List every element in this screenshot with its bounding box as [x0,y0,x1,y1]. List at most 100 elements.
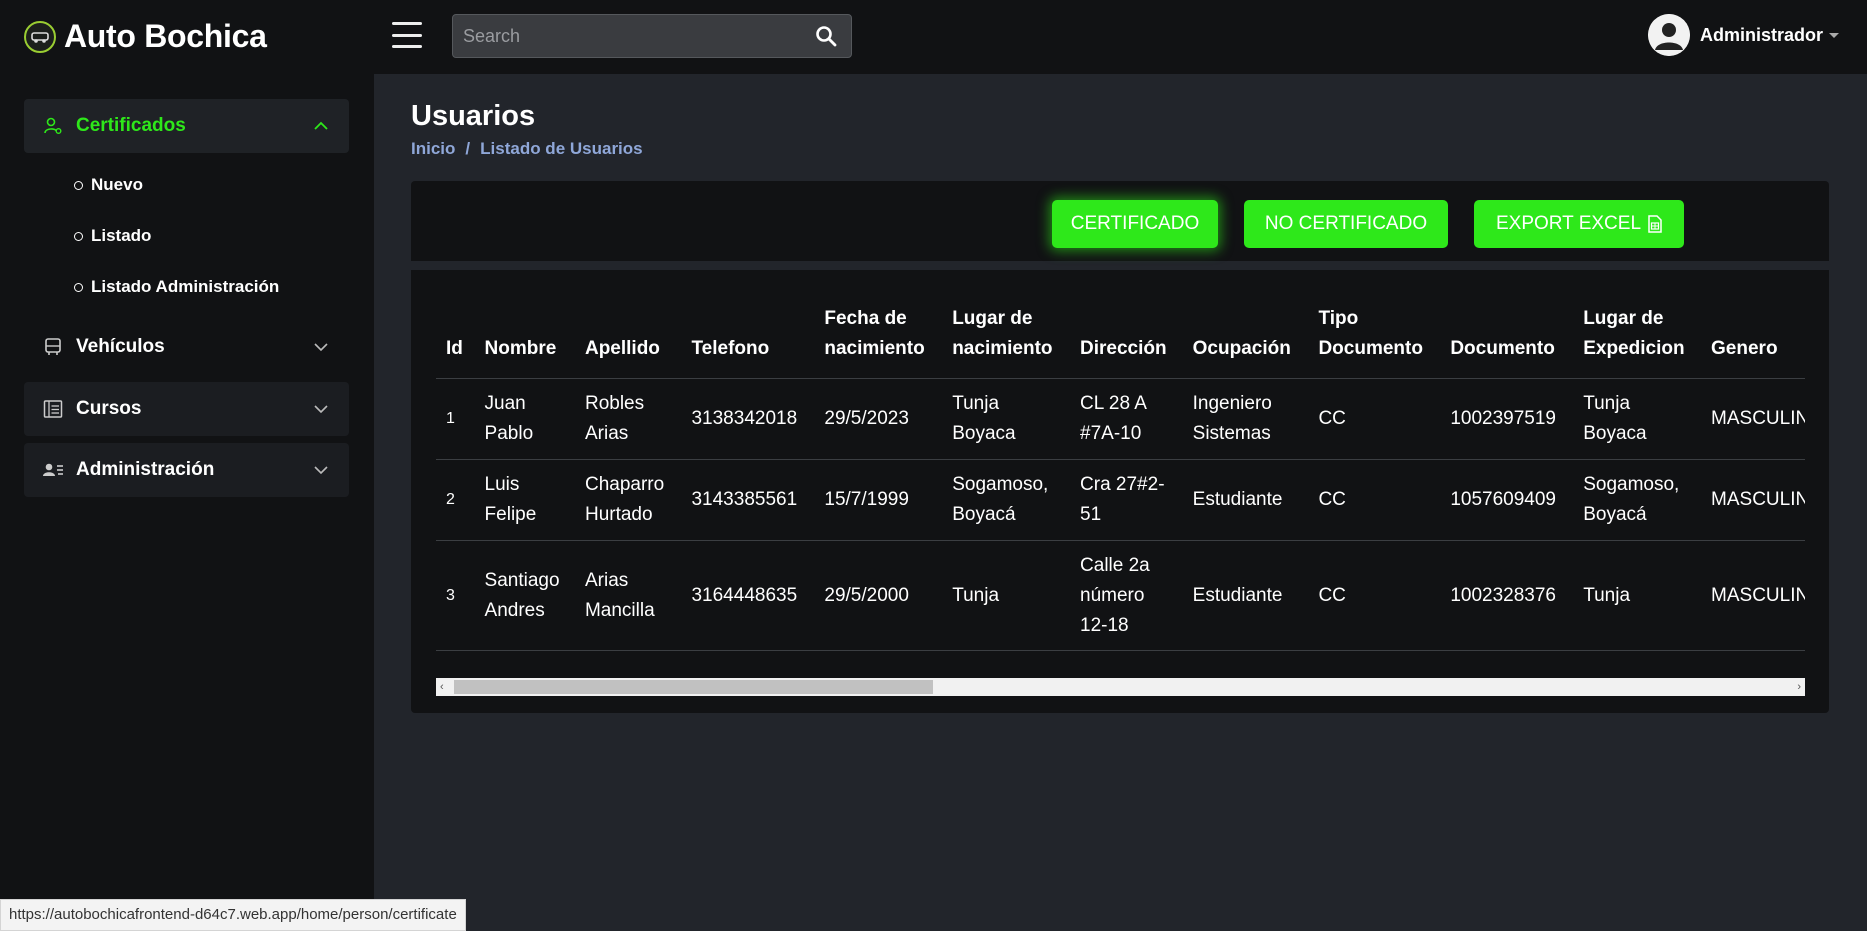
scroll-right-icon[interactable]: › [1797,681,1801,693]
table-cell: Robles Arias [574,378,682,460]
table-cell: 1057609409 [1440,459,1574,541]
table-cell: Chaparro Hurtado [574,459,682,541]
column-header[interactable]: Telefono [681,294,815,379]
table-row[interactable]: 2 Luis Felipe Chaparro Hurtado 314338556… [436,459,1805,541]
table-cell: 3143385561 [681,459,815,541]
table-cell: Cra 27#2-51 [1070,459,1183,541]
column-header[interactable]: Lugar de nacimiento [942,294,1071,379]
column-header[interactable]: Tipo Documento [1308,294,1441,379]
sidebar-item-certificados[interactable]: Certificados [24,99,349,153]
breadcrumb-separator: / [465,139,471,158]
table-cell: Tunja [942,540,1071,651]
bus-icon [42,336,64,358]
table-cell: 29/5/2000 [814,540,943,651]
main-content: Usuarios Inicio / Listado de Usuarios CE… [374,74,1867,931]
sidebar-item-label: Vehículos [76,336,165,357]
column-header[interactable]: Nombre [474,294,575,379]
column-header[interactable]: Ocupación [1182,294,1309,379]
page-title: Usuarios [411,100,536,132]
horizontal-scrollbar[interactable]: ‹ › [436,678,1805,696]
table-row[interactable]: 3 Santiago Andres Arias Mancilla 3164448… [436,540,1805,651]
table-cell: CL 28 A #7A-10 [1070,378,1183,460]
caret-down-icon [1829,32,1839,38]
table-cell: Estudiante [1182,459,1309,541]
sidebar-subitem-listado-administracion[interactable]: Listado Administración [74,277,279,297]
breadcrumb-item-current[interactable]: Listado de Usuarios [480,139,642,159]
chevron-down-icon [314,466,328,475]
sidebar-item-label: Cursos [76,398,142,419]
circle-icon [74,282,83,292]
avatar [1647,14,1690,56]
column-header[interactable]: Dirección [1070,294,1183,379]
circle-icon [74,180,83,190]
table-cell: MASCULINO [1701,540,1805,651]
table-cell: Juan Pablo [474,378,575,460]
table-cell: 2 [436,459,475,541]
action-toolbar: CERTIFICADO NO CERTIFICADO EXPORT EXCEL [411,181,1829,261]
sidebar-item-label: Certificados [76,115,186,136]
export-excel-button[interactable]: EXPORT EXCEL [1474,200,1684,248]
table-cell: Luis Felipe [474,459,575,541]
breadcrumb-item-inicio[interactable]: Inicio [411,139,455,159]
sidebar-item-administracion[interactable]: Administración [24,443,349,497]
table-cell: 3 [436,540,475,651]
search-input[interactable] [453,15,803,57]
chevron-up-icon [314,121,328,130]
table-cell: CC [1308,459,1441,541]
chevron-down-icon [314,405,328,414]
sidebar-subitem-label: Listado Administración [91,277,280,296]
table-cell: 29/5/2023 [814,378,943,460]
table-cell: Calle 2a número 12-18 [1070,540,1183,651]
table-scroll-area[interactable]: Id Nombre Apellido Telefono Fecha de nac… [436,294,1805,674]
app-title: Auto Bochica [64,18,267,54]
table-cell: Arias Mancilla [574,540,682,651]
user-name: Administrador [1699,24,1823,45]
sidebar-item-cursos[interactable]: Cursos [24,382,349,436]
brand[interactable]: Auto Bochica [24,18,267,55]
column-header[interactable]: Apellido [574,294,682,379]
excel-file-icon [1648,215,1662,233]
logo-icon [24,20,56,53]
sidebar-subitem-label: Nuevo [91,175,143,194]
sidebar: Certificados Nuevo Listado Listado Admin… [0,74,374,931]
column-header[interactable]: Genero [1701,294,1805,379]
column-header[interactable]: Id [436,294,475,379]
sidebar-subitem-nuevo[interactable]: Nuevo [74,175,143,195]
search-icon[interactable] [815,25,837,47]
table-cell: MASCULINO [1701,378,1805,460]
breadcrumb: Inicio / Listado de Usuarios [411,139,643,159]
users-list-icon [42,459,64,481]
table-cell: 3138342018 [681,378,815,460]
table-cell: Sogamoso, Boyacá [1573,459,1702,541]
column-header[interactable]: Fecha de nacimiento [814,294,943,379]
menu-toggle-icon[interactable] [392,22,422,48]
table-cell: 15/7/1999 [814,459,943,541]
column-header[interactable]: Documento [1440,294,1574,379]
table-cell: MASCULINO [1701,459,1805,541]
list-icon [42,398,64,420]
sidebar-subitem-listado[interactable]: Listado [74,226,151,246]
export-excel-label: EXPORT EXCEL [1495,213,1642,234]
search-bar [452,14,852,58]
circle-icon [74,231,83,241]
scrollbar-thumb[interactable] [454,680,933,694]
user-certificate-icon [42,115,64,137]
no-certificado-button[interactable]: NO CERTIFICADO [1244,200,1448,248]
table-cell: CC [1308,540,1441,651]
column-header[interactable]: Lugar de Expedicion [1573,294,1702,379]
table-row[interactable]: 1 Juan Pablo Robles Arias 3138342018 29/… [436,378,1805,460]
sidebar-item-vehiculos[interactable]: Vehículos [24,320,349,374]
browser-status-url: https://autobochicafrontend-d64c7.web.ap… [0,899,466,931]
table-cell: Tunja [1573,540,1702,651]
chevron-down-icon [314,343,328,352]
table-cell: Sogamoso, Boyacá [942,459,1071,541]
table-cell: 1 [436,378,475,460]
sidebar-subitem-label: Listado [91,226,152,245]
scroll-left-icon[interactable]: ‹ [440,681,444,693]
table-cell: 1002328376 [1440,540,1574,651]
users-table: Id Nombre Apellido Telefono Fecha de nac… [436,294,1805,651]
user-menu[interactable]: Administrador [1647,14,1839,56]
certificado-button[interactable]: CERTIFICADO [1052,200,1218,248]
table-cell: Ingeniero Sistemas [1182,378,1309,460]
table-cell: CC [1308,378,1441,460]
